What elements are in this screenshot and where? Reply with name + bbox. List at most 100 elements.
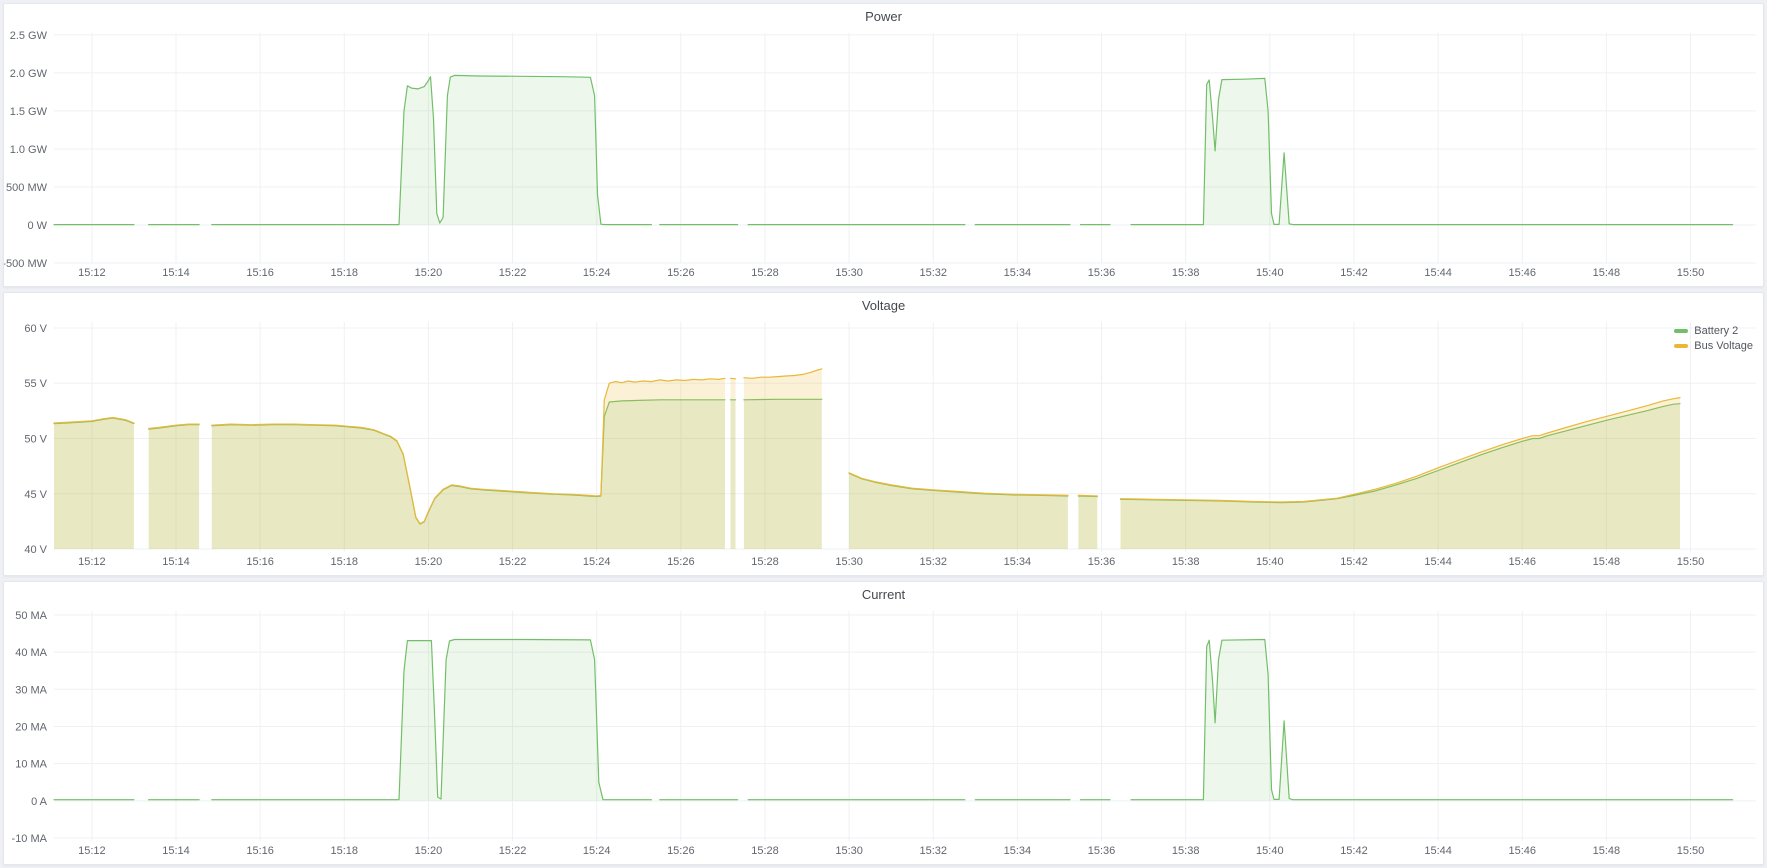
panel-current: Current 50 MA40 MA30 MA20 MA10 MA0 A-10 … — [3, 581, 1764, 865]
x-tick-label: 15:22 — [499, 556, 527, 568]
x-tick-label: 15:24 — [583, 845, 611, 857]
x-tick-label: 15:14 — [162, 556, 190, 568]
series-area — [212, 378, 725, 549]
panel-current-title[interactable]: Current — [4, 582, 1763, 608]
x-tick-label: 15:26 — [667, 556, 695, 568]
series-area — [731, 378, 736, 549]
y-tick-label: 45 V — [24, 489, 47, 501]
series-area — [1121, 398, 1681, 549]
y-tick-label: 40 MA — [15, 647, 47, 659]
y-tick-label: 55 V — [24, 378, 47, 390]
series-area — [1078, 495, 1097, 549]
y-tick-label: 2.0 GW — [10, 68, 48, 80]
x-tick-label: 15:44 — [1424, 267, 1452, 279]
x-tick-label: 15:46 — [1508, 845, 1536, 857]
x-tick-label: 15:30 — [835, 845, 863, 857]
x-tick-label: 15:20 — [415, 845, 443, 857]
x-tick-label: 15:30 — [835, 556, 863, 568]
voltage-plot-area[interactable]: 60 V55 V50 V45 V40 V15:1215:1415:1615:18… — [4, 319, 1763, 575]
x-tick-label: 15:36 — [1088, 845, 1116, 857]
x-tick-label: 15:48 — [1593, 556, 1621, 568]
x-tick-label: 15:40 — [1256, 267, 1284, 279]
current-plot-area[interactable]: 50 MA40 MA30 MA20 MA10 MA0 A-10 MA15:121… — [4, 608, 1763, 864]
x-tick-label: 15:14 — [162, 845, 190, 857]
y-tick-label: 20 MA — [15, 721, 47, 733]
power-chart[interactable]: 2.5 GW2.0 GW1.5 GW1.0 GW500 MW0 W-500 MW… — [4, 30, 1761, 286]
x-tick-label: 15:40 — [1256, 556, 1284, 568]
legend-swatch — [1674, 344, 1688, 348]
x-tick-label: 15:30 — [835, 267, 863, 279]
x-tick-label: 15:12 — [78, 845, 106, 857]
x-tick-label: 15:12 — [78, 556, 106, 568]
x-tick-label: 15:42 — [1340, 267, 1368, 279]
x-tick-label: 15:48 — [1593, 845, 1621, 857]
x-tick-label: 15:22 — [499, 267, 527, 279]
x-tick-label: 15:50 — [1677, 267, 1705, 279]
panel-power-title[interactable]: Power — [4, 4, 1763, 30]
x-tick-label: 15:38 — [1172, 845, 1200, 857]
x-tick-label: 15:48 — [1593, 267, 1621, 279]
series-area — [212, 640, 652, 801]
y-tick-label: 10 MA — [15, 759, 47, 771]
x-tick-label: 15:18 — [331, 556, 359, 568]
y-tick-label: 50 MA — [15, 610, 47, 622]
y-tick-label: 30 MA — [15, 684, 47, 696]
x-tick-label: 15:36 — [1088, 267, 1116, 279]
x-tick-label: 15:20 — [415, 556, 443, 568]
series-area — [1131, 640, 1733, 801]
x-tick-label: 15:46 — [1508, 267, 1536, 279]
x-tick-label: 15:12 — [78, 267, 106, 279]
x-tick-label: 15:16 — [246, 845, 274, 857]
series-area — [149, 424, 199, 549]
y-tick-label: 1.0 GW — [10, 144, 48, 156]
y-tick-label: 0 A — [31, 796, 48, 808]
x-tick-label: 15:28 — [751, 556, 779, 568]
y-tick-label: -500 MW — [3, 258, 48, 270]
x-tick-label: 15:46 — [1508, 556, 1536, 568]
panel-voltage-title[interactable]: Voltage — [4, 293, 1763, 319]
x-tick-label: 15:32 — [919, 845, 947, 857]
x-tick-label: 15:20 — [415, 267, 443, 279]
legend-label: Battery 2 — [1694, 325, 1738, 337]
x-tick-label: 15:24 — [583, 556, 611, 568]
y-tick-label: 50 V — [24, 433, 47, 445]
x-tick-label: 15:16 — [246, 556, 274, 568]
legend-item[interactable]: Bus Voltage — [1674, 340, 1753, 352]
x-tick-label: 15:18 — [331, 845, 359, 857]
x-tick-label: 15:38 — [1172, 267, 1200, 279]
x-tick-label: 15:26 — [667, 267, 695, 279]
dashboard: Power 2.5 GW2.0 GW1.5 GW1.0 GW500 MW0 W-… — [0, 0, 1767, 868]
x-tick-label: 15:22 — [499, 845, 527, 857]
x-tick-label: 15:42 — [1340, 845, 1368, 857]
x-tick-label: 15:28 — [751, 845, 779, 857]
series-line — [1078, 495, 1097, 496]
x-tick-label: 15:44 — [1424, 845, 1452, 857]
power-plot-area[interactable]: 2.5 GW2.0 GW1.5 GW1.0 GW500 MW0 W-500 MW… — [4, 30, 1763, 286]
x-tick-label: 15:24 — [583, 267, 611, 279]
x-tick-label: 15:42 — [1340, 556, 1368, 568]
x-tick-label: 15:14 — [162, 267, 190, 279]
series-area — [54, 418, 134, 550]
y-tick-label: 1.5 GW — [10, 106, 48, 118]
y-tick-label: 60 V — [24, 323, 47, 335]
legend-item[interactable]: Battery 2 — [1674, 325, 1753, 337]
series-area — [744, 369, 822, 549]
current-chart[interactable]: 50 MA40 MA30 MA20 MA10 MA0 A-10 MA15:121… — [4, 608, 1761, 864]
y-tick-label: 0 W — [27, 220, 47, 232]
voltage-legend: Battery 2 Bus Voltage — [1674, 325, 1753, 352]
panel-power: Power 2.5 GW2.0 GW1.5 GW1.0 GW500 MW0 W-… — [3, 3, 1764, 287]
x-tick-label: 15:32 — [919, 267, 947, 279]
y-tick-label: 2.5 GW — [10, 30, 48, 42]
x-tick-label: 15:18 — [331, 267, 359, 279]
x-tick-label: 15:36 — [1088, 556, 1116, 568]
x-tick-label: 15:28 — [751, 267, 779, 279]
legend-swatch — [1674, 329, 1688, 333]
x-tick-label: 15:40 — [1256, 845, 1284, 857]
x-tick-label: 15:34 — [1004, 267, 1032, 279]
x-tick-label: 15:50 — [1677, 845, 1705, 857]
x-tick-label: 15:32 — [919, 556, 947, 568]
voltage-chart[interactable]: 60 V55 V50 V45 V40 V15:1215:1415:1615:18… — [4, 319, 1761, 575]
legend-label: Bus Voltage — [1694, 340, 1753, 352]
series-area — [1131, 78, 1733, 225]
panel-voltage: Voltage 60 V55 V50 V45 V40 V15:1215:1415… — [3, 292, 1764, 576]
